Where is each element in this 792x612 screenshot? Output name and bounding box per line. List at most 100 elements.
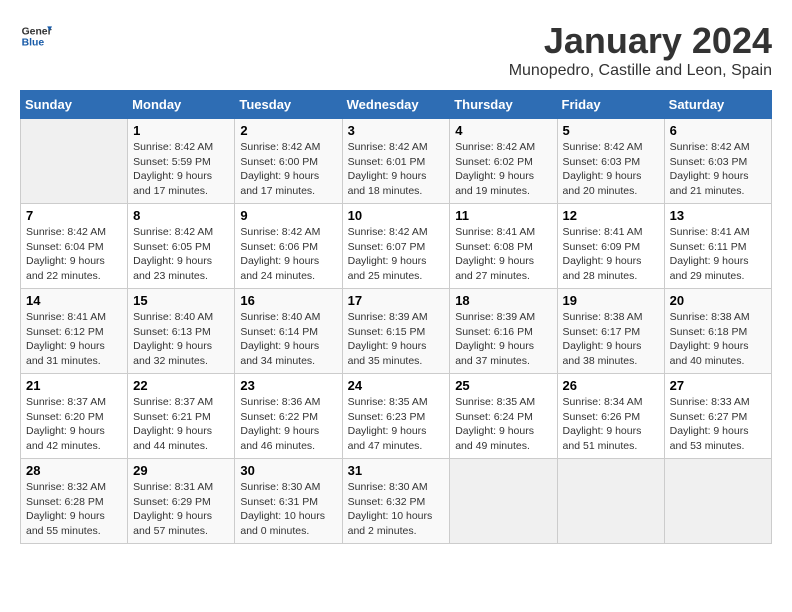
sunrise-text: Sunrise: 8:31 AM <box>133 481 213 493</box>
day-number: 29 <box>133 463 229 478</box>
day-number: 31 <box>348 463 445 478</box>
sunrise-text: Sunrise: 8:35 AM <box>455 396 535 408</box>
calendar-week-row: 14 Sunrise: 8:41 AM Sunset: 6:12 PM Dayl… <box>21 289 772 374</box>
daylight-text: Daylight: 9 hours and 17 minutes. <box>240 170 319 197</box>
day-info: Sunrise: 8:41 AM Sunset: 6:11 PM Dayligh… <box>670 225 766 284</box>
logo-icon: General Blue <box>20 20 52 52</box>
sunset-text: Sunset: 6:15 PM <box>348 326 426 338</box>
daylight-text: Daylight: 9 hours and 42 minutes. <box>26 425 105 452</box>
day-number: 9 <box>240 208 336 223</box>
day-number: 7 <box>26 208 122 223</box>
sunset-text: Sunset: 6:31 PM <box>240 496 318 508</box>
day-number: 3 <box>348 123 445 138</box>
table-row: 6 Sunrise: 8:42 AM Sunset: 6:03 PM Dayli… <box>664 119 771 204</box>
daylight-text: Daylight: 9 hours and 40 minutes. <box>670 340 749 367</box>
day-number: 19 <box>563 293 659 308</box>
sunrise-text: Sunrise: 8:40 AM <box>133 311 213 323</box>
day-number: 15 <box>133 293 229 308</box>
table-row: 28 Sunrise: 8:32 AM Sunset: 6:28 PM Dayl… <box>21 459 128 544</box>
table-row <box>557 459 664 544</box>
day-number: 23 <box>240 378 336 393</box>
table-row: 5 Sunrise: 8:42 AM Sunset: 6:03 PM Dayli… <box>557 119 664 204</box>
day-number: 2 <box>240 123 336 138</box>
sunrise-text: Sunrise: 8:35 AM <box>348 396 428 408</box>
daylight-text: Daylight: 9 hours and 47 minutes. <box>348 425 427 452</box>
logo: General Blue <box>20 20 52 52</box>
table-row <box>21 119 128 204</box>
table-row: 15 Sunrise: 8:40 AM Sunset: 6:13 PM Dayl… <box>128 289 235 374</box>
table-row: 22 Sunrise: 8:37 AM Sunset: 6:21 PM Dayl… <box>128 374 235 459</box>
table-row: 19 Sunrise: 8:38 AM Sunset: 6:17 PM Dayl… <box>557 289 664 374</box>
day-number: 14 <box>26 293 122 308</box>
table-row: 12 Sunrise: 8:41 AM Sunset: 6:09 PM Dayl… <box>557 204 664 289</box>
header-friday: Friday <box>557 91 664 119</box>
day-number: 10 <box>348 208 445 223</box>
table-row: 20 Sunrise: 8:38 AM Sunset: 6:18 PM Dayl… <box>664 289 771 374</box>
sunrise-text: Sunrise: 8:42 AM <box>348 141 428 153</box>
header-saturday: Saturday <box>664 91 771 119</box>
table-row: 24 Sunrise: 8:35 AM Sunset: 6:23 PM Dayl… <box>342 374 450 459</box>
day-info: Sunrise: 8:31 AM Sunset: 6:29 PM Dayligh… <box>133 480 229 539</box>
table-row: 31 Sunrise: 8:30 AM Sunset: 6:32 PM Dayl… <box>342 459 450 544</box>
daylight-text: Daylight: 9 hours and 29 minutes. <box>670 255 749 282</box>
day-number: 24 <box>348 378 445 393</box>
sunrise-text: Sunrise: 8:42 AM <box>133 141 213 153</box>
daylight-text: Daylight: 9 hours and 57 minutes. <box>133 510 212 537</box>
daylight-text: Daylight: 9 hours and 55 minutes. <box>26 510 105 537</box>
day-info: Sunrise: 8:42 AM Sunset: 6:03 PM Dayligh… <box>563 140 659 199</box>
day-info: Sunrise: 8:30 AM Sunset: 6:32 PM Dayligh… <box>348 480 445 539</box>
day-number: 25 <box>455 378 551 393</box>
calendar-subtitle: Munopedro, Castille and Leon, Spain <box>509 62 772 80</box>
day-number: 27 <box>670 378 766 393</box>
calendar-week-row: 21 Sunrise: 8:37 AM Sunset: 6:20 PM Dayl… <box>21 374 772 459</box>
daylight-text: Daylight: 9 hours and 23 minutes. <box>133 255 212 282</box>
sunset-text: Sunset: 6:16 PM <box>455 326 533 338</box>
sunrise-text: Sunrise: 8:36 AM <box>240 396 320 408</box>
sunset-text: Sunset: 6:24 PM <box>455 411 533 423</box>
sunrise-text: Sunrise: 8:42 AM <box>133 226 213 238</box>
sunrise-text: Sunrise: 8:34 AM <box>563 396 643 408</box>
sunset-text: Sunset: 6:11 PM <box>670 241 747 253</box>
sunset-text: Sunset: 6:17 PM <box>563 326 641 338</box>
day-number: 18 <box>455 293 551 308</box>
daylight-text: Daylight: 9 hours and 37 minutes. <box>455 340 534 367</box>
sunrise-text: Sunrise: 8:39 AM <box>348 311 428 323</box>
table-row: 2 Sunrise: 8:42 AM Sunset: 6:00 PM Dayli… <box>235 119 342 204</box>
sunrise-text: Sunrise: 8:41 AM <box>563 226 643 238</box>
sunset-text: Sunset: 6:27 PM <box>670 411 748 423</box>
sunset-text: Sunset: 6:29 PM <box>133 496 211 508</box>
table-row <box>664 459 771 544</box>
day-number: 8 <box>133 208 229 223</box>
sunrise-text: Sunrise: 8:42 AM <box>26 226 106 238</box>
sunset-text: Sunset: 6:22 PM <box>240 411 318 423</box>
day-info: Sunrise: 8:42 AM Sunset: 6:06 PM Dayligh… <box>240 225 336 284</box>
day-info: Sunrise: 8:42 AM Sunset: 6:07 PM Dayligh… <box>348 225 445 284</box>
daylight-text: Daylight: 9 hours and 44 minutes. <box>133 425 212 452</box>
sunset-text: Sunset: 5:59 PM <box>133 156 211 168</box>
daylight-text: Daylight: 9 hours and 20 minutes. <box>563 170 642 197</box>
sunrise-text: Sunrise: 8:39 AM <box>455 311 535 323</box>
sunrise-text: Sunrise: 8:41 AM <box>26 311 106 323</box>
daylight-text: Daylight: 9 hours and 25 minutes. <box>348 255 427 282</box>
daylight-text: Daylight: 9 hours and 24 minutes. <box>240 255 319 282</box>
calendar-week-row: 1 Sunrise: 8:42 AM Sunset: 5:59 PM Dayli… <box>21 119 772 204</box>
table-row: 1 Sunrise: 8:42 AM Sunset: 5:59 PM Dayli… <box>128 119 235 204</box>
sunset-text: Sunset: 6:14 PM <box>240 326 318 338</box>
table-row: 3 Sunrise: 8:42 AM Sunset: 6:01 PM Dayli… <box>342 119 450 204</box>
daylight-text: Daylight: 9 hours and 27 minutes. <box>455 255 534 282</box>
sunrise-text: Sunrise: 8:42 AM <box>455 141 535 153</box>
day-info: Sunrise: 8:39 AM Sunset: 6:15 PM Dayligh… <box>348 310 445 369</box>
day-info: Sunrise: 8:42 AM Sunset: 6:02 PM Dayligh… <box>455 140 551 199</box>
daylight-text: Daylight: 9 hours and 32 minutes. <box>133 340 212 367</box>
sunrise-text: Sunrise: 8:30 AM <box>240 481 320 493</box>
day-number: 17 <box>348 293 445 308</box>
svg-text:Blue: Blue <box>22 38 45 49</box>
sunrise-text: Sunrise: 8:37 AM <box>133 396 213 408</box>
day-number: 5 <box>563 123 659 138</box>
header-thursday: Thursday <box>450 91 557 119</box>
sunset-text: Sunset: 6:03 PM <box>670 156 748 168</box>
sunset-text: Sunset: 6:18 PM <box>670 326 748 338</box>
sunset-text: Sunset: 6:00 PM <box>240 156 318 168</box>
table-row <box>450 459 557 544</box>
day-info: Sunrise: 8:39 AM Sunset: 6:16 PM Dayligh… <box>455 310 551 369</box>
